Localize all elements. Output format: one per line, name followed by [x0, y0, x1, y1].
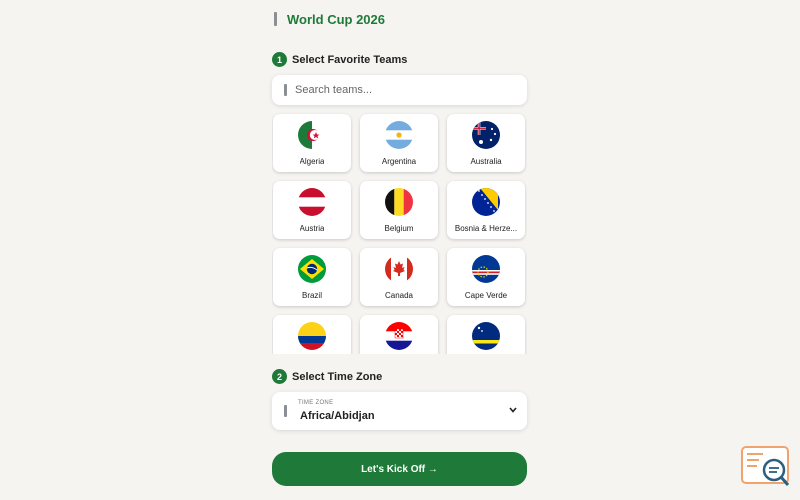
algeria-flag-icon — [298, 121, 326, 149]
capeverde-flag-icon — [472, 255, 500, 283]
colombia-flag-icon — [298, 322, 326, 350]
team-card[interactable]: Argentina — [360, 114, 438, 172]
canada-flag-icon — [385, 255, 413, 283]
belgium-flag-icon — [385, 188, 413, 216]
team-name: Cape Verde — [464, 291, 508, 300]
team-card[interactable]: Canada — [360, 248, 438, 306]
clock-icon — [284, 405, 287, 417]
team-card[interactable] — [360, 315, 438, 354]
search-input[interactable] — [295, 84, 495, 96]
step-1-heading: 1 Select Favorite Teams — [272, 52, 407, 67]
team-card[interactable]: Bosnia & Herze... — [447, 181, 525, 239]
step-2-heading: 2 Select Time Zone — [272, 369, 382, 384]
team-card[interactable] — [273, 315, 351, 354]
croatia-flag-icon — [385, 322, 413, 350]
search-icon — [284, 84, 287, 96]
team-card[interactable]: Algeria — [273, 114, 351, 172]
app-header: World Cup 2026 — [272, 10, 385, 28]
team-name: Belgium — [384, 224, 414, 233]
teams-grid-scroll[interactable]: Algeria Argentina Australia Austria Belgium B… — [272, 112, 527, 354]
app-title: World Cup 2026 — [287, 11, 386, 27]
team-name: Algeria — [299, 157, 325, 166]
step-1-label: Select Favorite Teams — [292, 53, 408, 66]
search-box[interactable] — [272, 75, 527, 105]
curacao-flag-icon — [472, 322, 500, 350]
brazil-flag-icon — [298, 255, 326, 283]
team-card[interactable]: Cape Verde — [447, 248, 525, 306]
team-card[interactable] — [447, 315, 525, 354]
team-card[interactable]: Brazil — [273, 248, 351, 306]
teams-grid: Algeria Argentina Australia Austria Belgium B… — [272, 112, 527, 354]
team-card[interactable]: Belgium — [360, 181, 438, 239]
step-2-label: Select Time Zone — [292, 370, 383, 383]
team-card[interactable]: Austria — [273, 181, 351, 239]
argentina-flag-icon — [385, 121, 413, 149]
australia-flag-icon — [472, 121, 500, 149]
timezone-select[interactable]: TIME ZONE Africa/Abidjan — [272, 392, 527, 430]
chevron-down-icon — [509, 407, 517, 413]
bosnia-flag-icon — [472, 188, 500, 216]
team-name: Brazil — [301, 291, 322, 300]
team-name: Australia — [470, 157, 502, 166]
step-1-number: 1 — [272, 52, 287, 67]
team-card[interactable]: Australia — [447, 114, 525, 172]
team-name: Canada — [384, 291, 414, 300]
team-name: Bosnia & Herze... — [454, 224, 518, 233]
calendar-icon — [274, 12, 277, 26]
step-2-number: 2 — [272, 369, 287, 384]
team-name: Austria — [299, 224, 325, 233]
timezone-label: TIME ZONE — [298, 400, 334, 406]
timezone-value: Africa/Abidjan — [300, 410, 375, 422]
austria-flag-icon — [298, 188, 326, 216]
brand-logo — [741, 446, 790, 486]
kick-off-button[interactable]: Let's Kick Off → — [272, 452, 527, 486]
team-name: Argentina — [381, 157, 417, 166]
